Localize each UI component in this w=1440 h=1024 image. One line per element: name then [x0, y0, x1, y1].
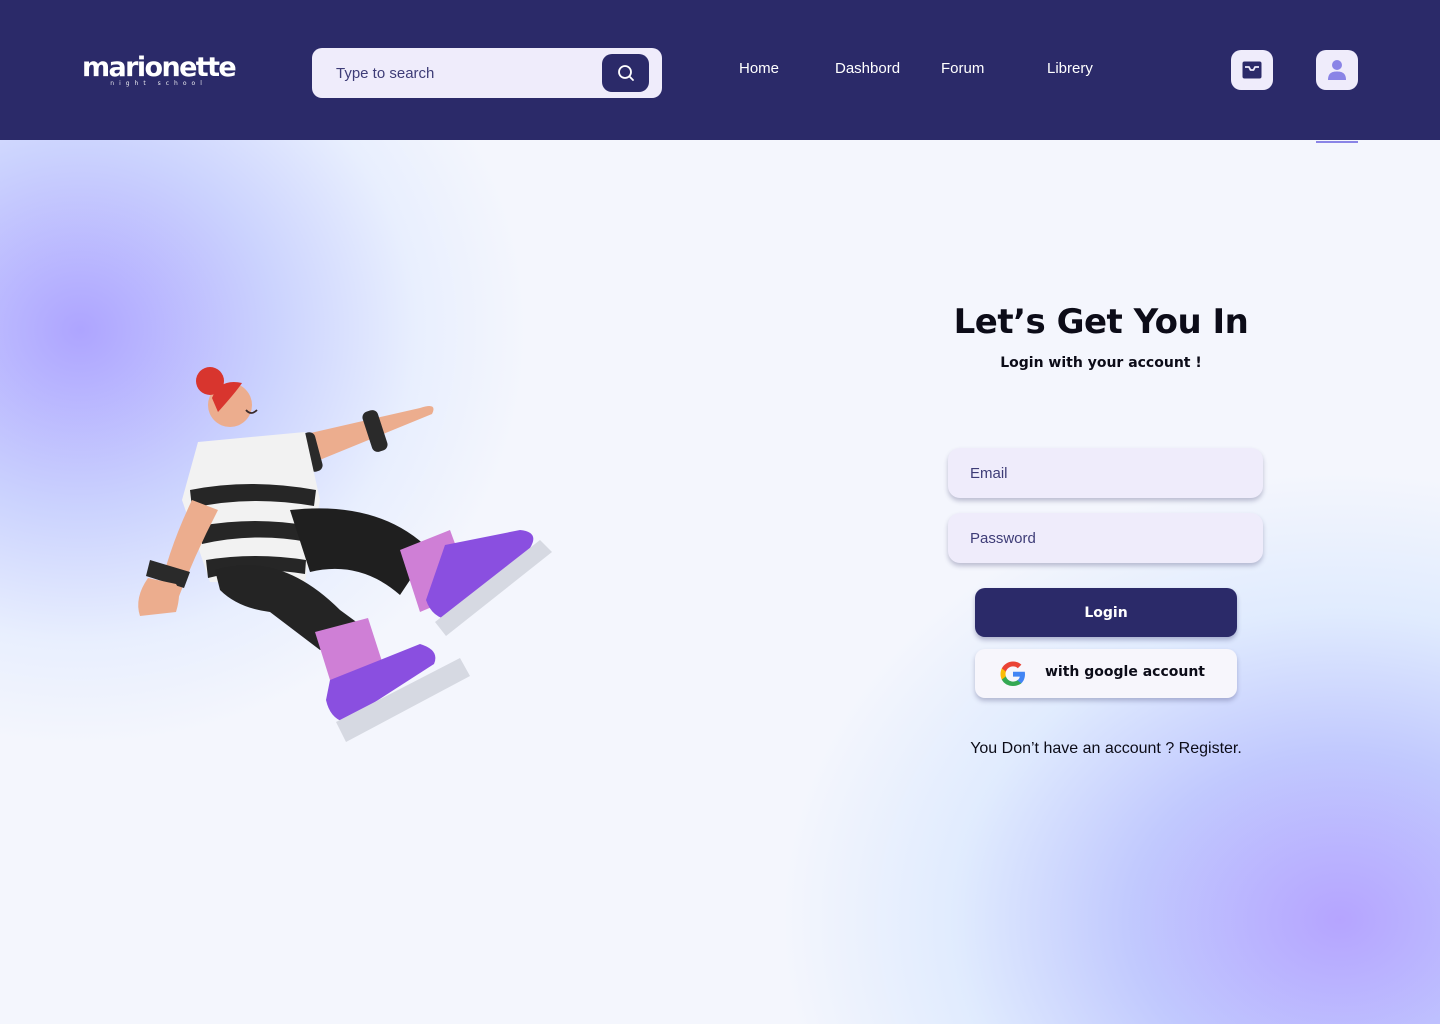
nav-dashboard[interactable]: Dashbord [835, 60, 900, 77]
password-input[interactable] [948, 513, 1263, 563]
login-button[interactable]: Login [975, 588, 1237, 637]
top-navigation-bar: marionette night school Home Dashbord Fo… [0, 0, 1440, 140]
login-subtitle: Login with your account ! [1000, 355, 1202, 371]
active-tab-indicator [1316, 141, 1358, 143]
nav-library[interactable]: Librery [1047, 60, 1093, 77]
search-bar [312, 48, 662, 98]
user-icon [1328, 60, 1346, 80]
google-icon [1000, 661, 1025, 686]
email-input[interactable] [948, 448, 1263, 498]
profile-button[interactable] [1316, 50, 1358, 90]
password-field [948, 513, 1263, 563]
inbox-icon [1242, 61, 1262, 79]
inbox-button[interactable] [1231, 50, 1273, 90]
logo-wordmark: marionette [82, 52, 237, 83]
character-illustration [138, 367, 552, 742]
logo-tagline: night school [110, 80, 207, 87]
search-icon [617, 65, 634, 81]
search-input[interactable] [336, 48, 606, 98]
google-login-button[interactable]: with google account [975, 649, 1237, 698]
register-link[interactable]: Register. [1179, 740, 1242, 757]
email-field [948, 448, 1263, 498]
logo[interactable]: marionette night school [82, 52, 237, 88]
google-button-label: with google account [1045, 664, 1206, 680]
nav-forum[interactable]: Forum [941, 60, 984, 77]
register-prompt: You Don’t have an account ? Register. [940, 740, 1272, 758]
nav-home[interactable]: Home [739, 60, 779, 77]
register-prompt-text: You Don’t have an account ? [970, 740, 1179, 757]
search-button[interactable] [602, 54, 649, 92]
login-title: Let’s Get You In [953, 302, 1249, 342]
